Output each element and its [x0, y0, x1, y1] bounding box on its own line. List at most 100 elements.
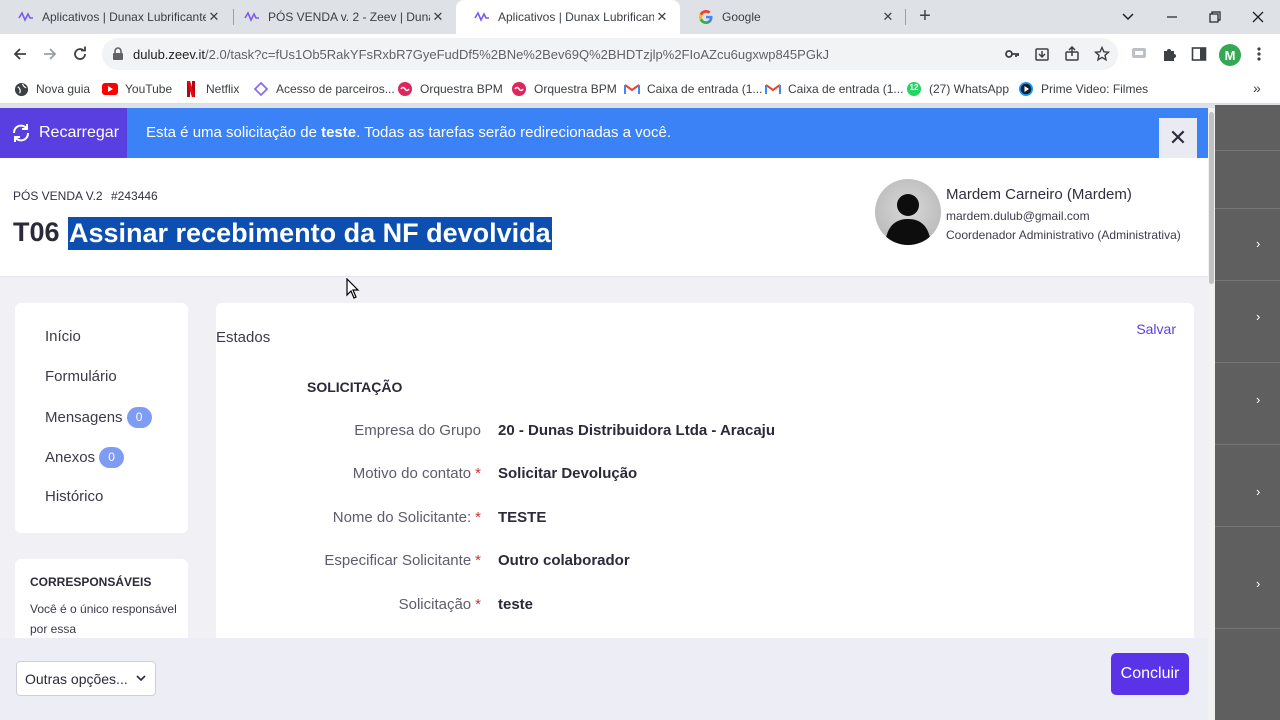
- divider: [1215, 628, 1280, 629]
- whatsapp-badge: 12: [909, 83, 919, 92]
- task-code: T06: [13, 217, 60, 247]
- bookmark-item[interactable]: Prime Video: Filmes: [1018, 81, 1148, 97]
- states-label[interactable]: Estados: [216, 329, 270, 346]
- form-row: Especificar Solicitante * Outro colaborad…: [216, 552, 1194, 572]
- bookmark-item[interactable]: YouTube: [102, 81, 172, 97]
- install-app-icon[interactable]: [1032, 44, 1052, 64]
- save-link[interactable]: Salvar: [1136, 321, 1176, 337]
- key-icon[interactable]: [1002, 44, 1022, 64]
- bookmarks-overflow-icon[interactable]: »: [1253, 80, 1261, 96]
- browser-toolbar: dulub.zeev.it/2.0/task?c=fUs1Ob5RakYFsRx…: [0, 34, 1280, 74]
- field-label: Solicitação *: [398, 596, 481, 613]
- user-role: Coordenador Administrativo (Administrati…: [946, 228, 1181, 242]
- prime-video-icon: [1018, 81, 1034, 97]
- side-panel-icon[interactable]: [1189, 44, 1209, 64]
- tab-divider: [905, 9, 906, 25]
- reload-icon[interactable]: [68, 42, 92, 66]
- forward-arrow-icon[interactable]: [38, 42, 62, 66]
- task-header: PÓS VENDA V.2 #243446 T06 Assinar recebi…: [0, 158, 1208, 277]
- google-icon: [698, 9, 714, 25]
- bookmark-item[interactable]: 12 (27) WhatsApp: [906, 81, 1009, 97]
- nav-item-anexos[interactable]: Anexos 0: [45, 447, 125, 468]
- banner-message: Esta é uma solicitação de teste. Todas a…: [146, 124, 672, 141]
- lock-icon[interactable]: [112, 47, 124, 66]
- task-title: Assinar recebimento da NF devolvida: [68, 217, 552, 250]
- close-tab-icon[interactable]: ✕: [430, 9, 446, 25]
- whatsapp-icon: 12: [906, 81, 922, 97]
- scrollbar-thumb[interactable]: [1209, 112, 1214, 284]
- browser-tab-active[interactable]: Aplicativos | Dunax Lubrificantes ✕: [456, 0, 680, 34]
- user-avatar: [875, 179, 941, 245]
- request-number: #243446: [111, 189, 158, 203]
- close-window-icon[interactable]: [1236, 0, 1280, 34]
- bookmark-item[interactable]: Acesso de parceiros...: [253, 81, 395, 97]
- modal-footer: Outras opções... Concluir: [0, 638, 1208, 720]
- section-title: SOLICITAÇÃO: [307, 379, 403, 395]
- required-mark: *: [475, 465, 481, 482]
- close-icon[interactable]: ✕: [1159, 118, 1197, 158]
- netflix-icon: [183, 81, 199, 97]
- orquestra-icon: [511, 81, 527, 97]
- bookmark-item[interactable]: Nova guia: [13, 81, 90, 97]
- required-mark: *: [475, 552, 481, 569]
- divider: [1215, 444, 1280, 445]
- nav-item-mensagens[interactable]: Mensagens 0: [45, 407, 152, 428]
- required-mark: *: [475, 596, 481, 613]
- close-tab-icon[interactable]: ✕: [880, 9, 896, 25]
- profile-avatar[interactable]: M: [1219, 44, 1241, 66]
- url-path: /2.0/task?c=fUs1Ob5RakYFsRxbR7GyeFudDf5%…: [205, 47, 829, 62]
- nav-item-historico[interactable]: Histórico: [45, 488, 103, 505]
- extensions-puzzle-icon[interactable]: [1159, 44, 1179, 64]
- conclude-button[interactable]: Concluir: [1111, 653, 1189, 695]
- url-text[interactable]: dulub.zeev.it/2.0/task?c=fUs1Ob5RakYFsRx…: [133, 47, 829, 62]
- globe-icon: [13, 81, 29, 97]
- browser-tab[interactable]: Aplicativos | Dunax Lubrificantes ✕: [0, 0, 232, 34]
- browser-tab[interactable]: Google ✕: [680, 0, 906, 34]
- minimize-icon[interactable]: [1150, 0, 1194, 34]
- address-bar[interactable]: dulub.zeev.it/2.0/task?c=fUs1Ob5RakYFsRx…: [102, 38, 1118, 70]
- bookmark-item[interactable]: Caixa de entrada (1...: [765, 81, 903, 97]
- new-tab-plus-icon[interactable]: +: [914, 5, 936, 27]
- field-label: Empresa do Grupo: [354, 422, 481, 439]
- task-modal: Recarregar Esta é uma solicitação de tes…: [0, 108, 1208, 720]
- bookmark-item[interactable]: Caixa de entrada (1...: [624, 81, 762, 97]
- bookmark-item[interactable]: Orquestra BPM: [397, 81, 503, 97]
- bookmark-item[interactable]: Netflix: [183, 81, 239, 97]
- divider: [1215, 150, 1280, 151]
- share-icon[interactable]: [1062, 44, 1082, 64]
- field-label: Nome do Solicitante: *: [332, 509, 481, 526]
- close-tab-icon[interactable]: ✕: [654, 9, 670, 25]
- field-value: Solicitar Devolução: [498, 465, 638, 482]
- count-badge: 0: [126, 407, 152, 428]
- co-responsible-text: Você é o único responsável por essa: [30, 602, 177, 636]
- tab-search-chevron-icon[interactable]: [1106, 0, 1150, 34]
- chevron-right-icon[interactable]: ›: [1256, 236, 1260, 251]
- refresh-icon: [13, 124, 29, 142]
- field-value: TESTE: [498, 509, 547, 526]
- kebab-menu-icon[interactable]: [1249, 44, 1269, 64]
- browser-tab[interactable]: PÓS VENDA v. 2 - Zeev | Dunax L ✕: [226, 0, 456, 34]
- bookmark-item[interactable]: Orquestra BPM: [511, 81, 617, 97]
- url-host: dulub.zeev.it: [133, 47, 206, 62]
- divider: [1215, 280, 1280, 281]
- divider: [1215, 526, 1280, 527]
- nav-item-inicio[interactable]: Início: [45, 328, 81, 345]
- task-sidebar-nav: Início Formulário Mensagens 0 Anexos 0 His…: [15, 303, 188, 533]
- nav-item-formulario[interactable]: Formulário: [45, 368, 117, 385]
- orquestra-icon: [397, 81, 413, 97]
- back-arrow-icon[interactable]: [8, 42, 32, 66]
- other-options-dropdown[interactable]: Outras opções...: [16, 661, 156, 696]
- form-row: Motivo do contato * Solicitar Devolução: [216, 465, 1194, 485]
- extension-screen-icon[interactable]: [1129, 44, 1149, 64]
- close-tab-icon[interactable]: ✕: [206, 9, 222, 25]
- chevron-right-icon[interactable]: ›: [1256, 576, 1260, 591]
- chevron-right-icon[interactable]: ›: [1256, 392, 1260, 407]
- chevron-right-icon[interactable]: ›: [1256, 309, 1260, 324]
- field-value: Outro colaborador: [498, 552, 630, 569]
- star-icon[interactable]: [1092, 44, 1112, 64]
- reload-button[interactable]: Recarregar: [0, 108, 127, 158]
- form-panel: Estados Salvar SOLICITAÇÃO Empresa do Gr…: [216, 303, 1194, 643]
- chevron-right-icon[interactable]: ›: [1256, 484, 1260, 499]
- browser-tabstrip: Aplicativos | Dunax Lubrificantes ✕ PÓS …: [0, 0, 1280, 34]
- restore-icon[interactable]: [1193, 0, 1237, 34]
